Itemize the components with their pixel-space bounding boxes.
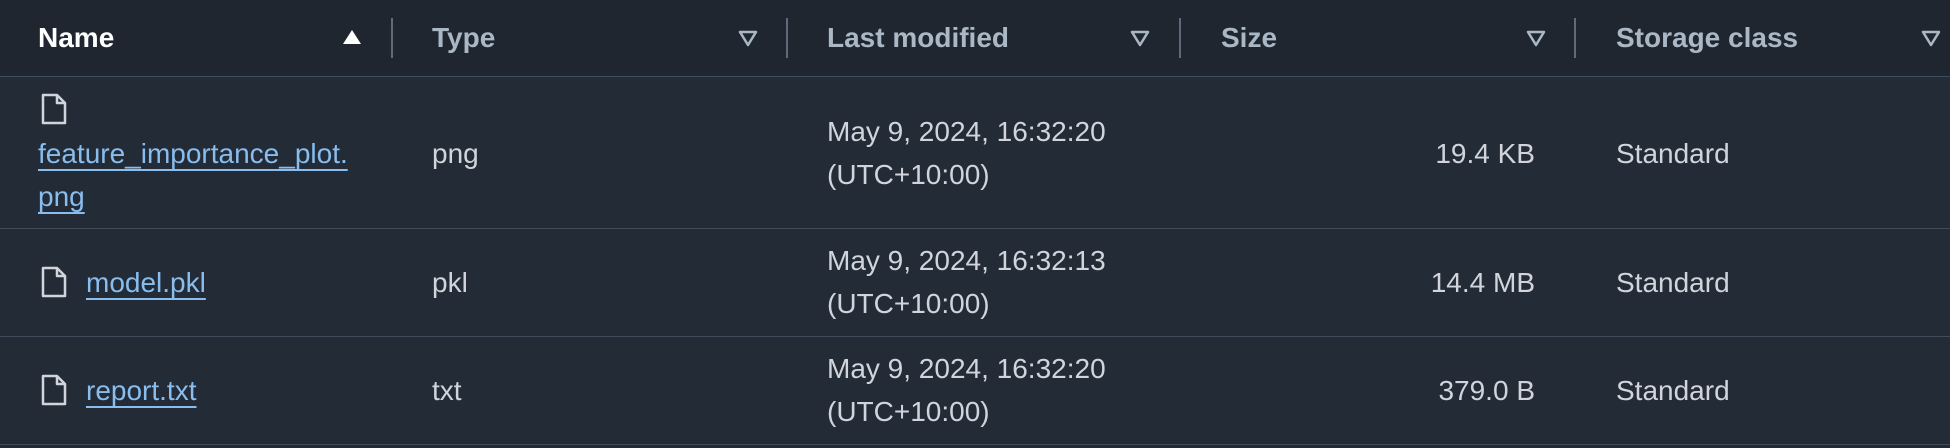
- object-link[interactable]: feature_importance_plot.png: [38, 132, 358, 218]
- last-modified-timezone: (UTC+10:00): [827, 288, 990, 319]
- column-header-storage-class[interactable]: Storage class: [1616, 0, 1798, 76]
- column-divider[interactable]: [786, 18, 788, 58]
- table-row: feature_importance_plot.png png May 9, 2…: [0, 77, 1950, 228]
- objects-table: Name Type Last modified Size Storage cla…: [0, 0, 1950, 448]
- table-row: report.txt txt May 9, 2024, 16:32:20 (UT…: [0, 337, 1950, 443]
- file-icon: [41, 266, 67, 298]
- object-link[interactable]: report.txt: [86, 369, 196, 412]
- type-cell: txt: [432, 375, 462, 406]
- size-cell: 14.4 MB: [1430, 267, 1535, 298]
- table-row: model.pkl pkl May 9, 2024, 16:32:13 (UTC…: [0, 229, 1950, 336]
- column-header-storage-class-label: Storage class: [1616, 22, 1799, 53]
- type-cell: png: [432, 138, 479, 169]
- column-header-size-label: Size: [1221, 22, 1278, 53]
- column-header-last-modified-label: Last modified: [827, 22, 1010, 53]
- sort-ascending-icon[interactable]: [341, 27, 363, 49]
- column-divider[interactable]: [1179, 18, 1181, 58]
- storage-class-cell: Standard: [1616, 138, 1730, 169]
- last-modified-date: May 9, 2024, 16:32:20: [827, 116, 1106, 147]
- storage-class-cell: Standard: [1616, 375, 1730, 406]
- size-cell: 379.0 B: [1438, 375, 1535, 406]
- column-divider[interactable]: [391, 18, 393, 58]
- type-cell: pkl: [432, 267, 468, 298]
- last-modified-date: May 9, 2024, 16:32:20: [827, 353, 1106, 384]
- file-icon: [41, 93, 67, 125]
- column-header-last-modified[interactable]: Last modified: [827, 0, 1009, 76]
- object-link[interactable]: model.pkl: [86, 261, 206, 304]
- row-divider: [0, 444, 1950, 445]
- file-icon: [41, 374, 67, 406]
- last-modified-timezone: (UTC+10:00): [827, 159, 990, 190]
- last-modified-date: May 9, 2024, 16:32:13: [827, 245, 1106, 276]
- sort-descending-outline-icon[interactable]: [1525, 27, 1547, 49]
- sort-descending-outline-icon[interactable]: [1920, 27, 1942, 49]
- column-header-type[interactable]: Type: [432, 0, 495, 76]
- column-header-name-label: Name: [38, 22, 115, 53]
- sort-descending-outline-icon[interactable]: [737, 27, 759, 49]
- sort-descending-outline-icon[interactable]: [1129, 27, 1151, 49]
- table-header: Name Type Last modified Size Storage cla…: [0, 0, 1950, 77]
- size-cell: 19.4 KB: [1435, 138, 1535, 169]
- column-header-size[interactable]: Size: [1221, 0, 1277, 76]
- column-header-name[interactable]: Name: [38, 0, 114, 76]
- storage-class-cell: Standard: [1616, 267, 1730, 298]
- column-header-type-label: Type: [432, 22, 496, 53]
- column-divider[interactable]: [1574, 18, 1576, 58]
- last-modified-timezone: (UTC+10:00): [827, 396, 990, 427]
